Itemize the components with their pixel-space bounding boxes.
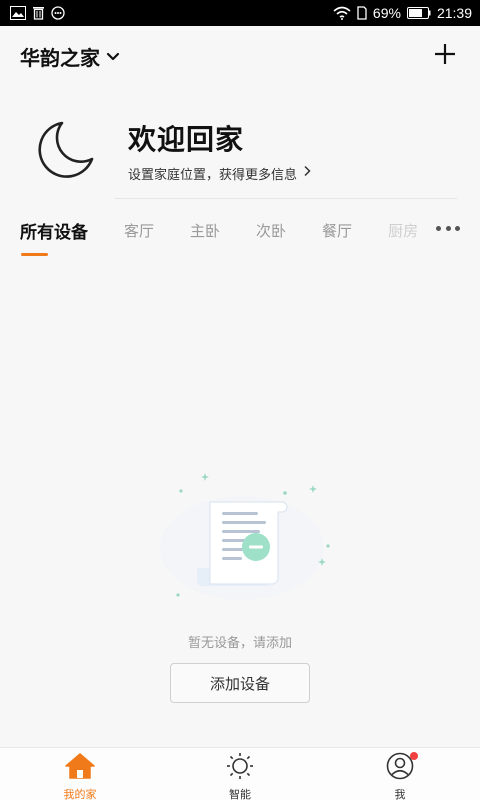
more-dot-icon xyxy=(436,225,441,231)
home-switcher[interactable]: 华韵之家 xyxy=(20,42,120,71)
tab-living-room[interactable]: 客厅 xyxy=(124,220,154,241)
nav-me-label: 我 xyxy=(394,788,406,800)
clock: 21:39 xyxy=(436,5,472,21)
tab-dining-room[interactable]: 餐厅 xyxy=(322,220,352,241)
battery-percent: 69% xyxy=(372,5,401,21)
moon-icon xyxy=(32,115,102,185)
sim-icon xyxy=(357,6,367,20)
active-tab-indicator xyxy=(21,253,48,256)
battery-icon xyxy=(406,7,431,19)
wifi-icon xyxy=(333,6,351,20)
set-location-link[interactable]: 设置家庭位置，获得更多信息 xyxy=(128,164,311,183)
gallery-icon xyxy=(10,6,26,20)
welcome-section: 欢迎回家 设置家庭位置，获得更多信息 xyxy=(20,110,460,190)
add-device-button[interactable]: 添加设备 xyxy=(170,663,310,703)
empty-devices-illustration xyxy=(150,468,330,608)
header: 华韵之家 xyxy=(0,26,480,86)
chat-bubble-icon xyxy=(51,6,65,20)
home-name: 华韵之家 xyxy=(20,45,100,70)
tab-second-bedroom[interactable]: 次卧 xyxy=(256,220,286,241)
nav-my-home[interactable]: 我的家 xyxy=(40,748,120,800)
tab-kitchen[interactable]: 厨房 xyxy=(388,220,418,241)
add-button[interactable] xyxy=(430,41,460,71)
trash-icon xyxy=(32,6,45,20)
more-dot-icon xyxy=(445,225,451,231)
nav-smart-label: 智能 xyxy=(229,788,251,800)
tab-all-devices[interactable]: 所有设备 xyxy=(20,218,88,243)
set-location-label: 设置家庭位置，获得更多信息 xyxy=(128,167,298,183)
status-bar-left xyxy=(10,6,65,20)
more-dot-icon xyxy=(455,225,460,231)
plus-icon xyxy=(433,42,457,70)
welcome-title: 欢迎回家 xyxy=(128,122,245,156)
bottom-nav: 我的家 智能 我 xyxy=(0,747,480,800)
notification-badge xyxy=(410,752,418,760)
nav-my-home-label: 我的家 xyxy=(63,788,97,800)
sun-icon xyxy=(225,752,255,784)
home-icon xyxy=(64,752,96,784)
chevron-down-icon xyxy=(106,47,120,66)
tab-master-bedroom[interactable]: 主卧 xyxy=(190,220,220,241)
status-bar: 69% 21:39 xyxy=(0,0,480,26)
chevron-right-icon xyxy=(303,165,311,181)
welcome-divider xyxy=(115,198,457,199)
empty-devices-message: 暂无设备，请添加 xyxy=(187,636,292,651)
status-bar-right: 69% 21:39 xyxy=(333,5,472,21)
nav-smart[interactable]: 智能 xyxy=(200,748,280,800)
nav-me[interactable]: 我 xyxy=(360,748,440,800)
more-tabs-button[interactable] xyxy=(436,218,460,238)
welcome-text: 欢迎回家 设置家庭位置，获得更多信息 xyxy=(128,118,311,183)
room-tabs: 所有设备 客厅 主卧 次卧 餐厅 厨房 xyxy=(0,205,480,255)
